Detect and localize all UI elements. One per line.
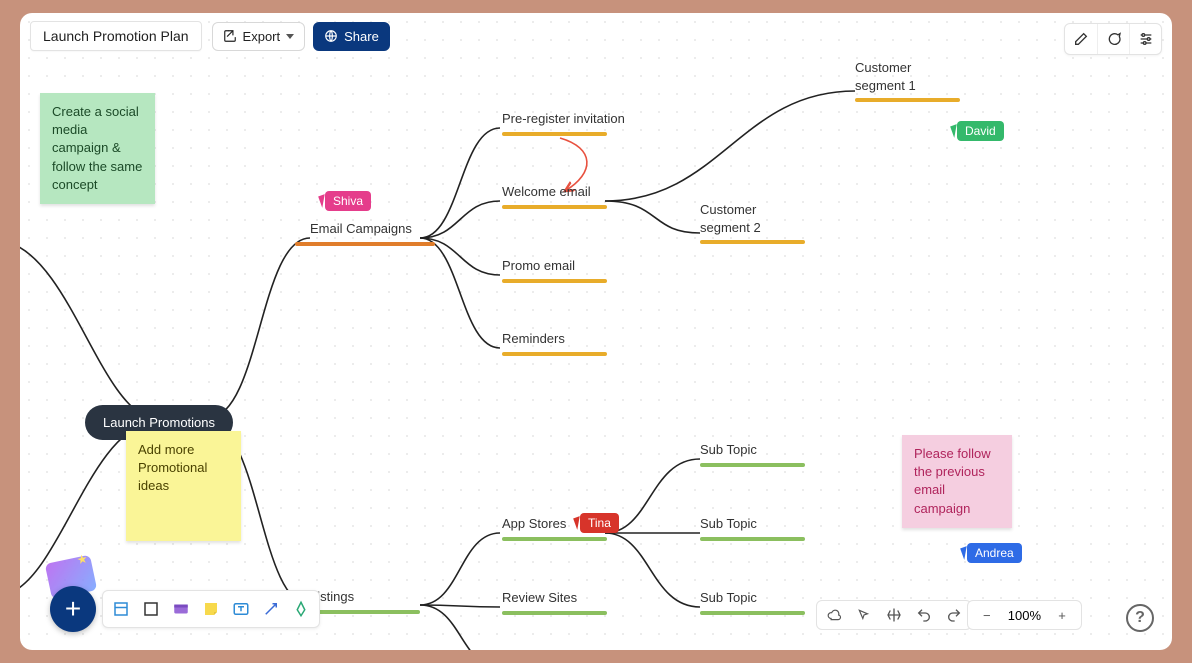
note-icon (202, 600, 220, 618)
collab-name: Tina (580, 513, 619, 533)
node-reminders[interactable]: Reminders (502, 330, 622, 356)
help-button[interactable]: ? (1126, 604, 1154, 632)
node-welcome-email[interactable]: Welcome email (502, 183, 622, 209)
cloud-sync-button[interactable] (821, 603, 847, 627)
node-listings[interactable]: Listings (310, 588, 420, 614)
node-label: Customer segment 1 (855, 59, 965, 98)
node-label: Sub Topic (700, 515, 810, 537)
shape-toolbar (102, 590, 320, 628)
node-preregister[interactable]: Pre-register invitation (502, 110, 642, 136)
zoom-out-button[interactable]: − (974, 603, 1000, 627)
minus-icon: − (983, 608, 991, 623)
tool-sticky[interactable] (197, 595, 225, 623)
tool-card[interactable] (167, 595, 195, 623)
node-review-sites[interactable]: Review Sites (502, 589, 622, 615)
help-icon: ? (1135, 609, 1145, 627)
collab-name: Andrea (967, 543, 1022, 563)
tool-connector[interactable] (257, 595, 285, 623)
connector-icon (262, 600, 280, 618)
select-icon (857, 608, 871, 622)
zoom-level: 100% (1004, 608, 1045, 623)
undo-icon (916, 607, 932, 623)
collab-cursor-tina: Tina (575, 513, 619, 533)
redo-icon (946, 607, 962, 623)
tool-pen[interactable] (287, 595, 315, 623)
rect-icon (142, 600, 160, 618)
node-subtopic-2[interactable]: Sub Topic (700, 515, 810, 541)
node-promo-email[interactable]: Promo email (502, 257, 622, 283)
redo-button[interactable] (941, 603, 967, 627)
sticky-note-yellow[interactable]: Add more Promotional ideas (126, 431, 241, 541)
node-label: Listings (310, 588, 420, 610)
text-icon (232, 600, 250, 618)
node-label: Sub Topic (700, 441, 810, 463)
node-label: Review Sites (502, 589, 622, 611)
node-label: Promo email (502, 257, 622, 279)
frame-icon (112, 600, 130, 618)
tool-frame[interactable] (107, 595, 135, 623)
node-label: Welcome email (502, 183, 622, 205)
node-customer-seg2[interactable]: Customer segment 2 (700, 201, 810, 244)
node-label: Pre-register invitation (502, 110, 642, 132)
node-email-campaigns[interactable]: Email Campaigns (310, 220, 420, 246)
pen-icon (292, 600, 310, 618)
node-label: Sub Topic (700, 589, 810, 611)
zoom-in-button[interactable]: + (1049, 603, 1075, 627)
card-icon (172, 600, 190, 618)
node-subtopic-1[interactable]: Sub Topic (700, 441, 810, 467)
cloud-icon (825, 608, 843, 622)
pan-tool-button[interactable] (881, 603, 907, 627)
node-label: Customer segment 2 (700, 201, 810, 240)
undo-button[interactable] (911, 603, 937, 627)
pan-icon (886, 607, 902, 623)
sticky-note-green[interactable]: Create a social media campaign & follow … (40, 93, 155, 204)
collab-name: David (957, 121, 1004, 141)
add-fab-button[interactable]: + (50, 586, 96, 632)
plus-icon: + (1058, 608, 1066, 623)
canvas-controls (816, 600, 972, 630)
app-canvas-frame: Launch Promotion Plan Export Share (20, 13, 1172, 650)
node-customer-seg1[interactable]: Customer segment 1 (855, 59, 965, 102)
node-label: Reminders (502, 330, 622, 352)
zoom-controls: − 100% + (967, 600, 1082, 630)
collab-cursor-shiva: Shiva (320, 191, 371, 211)
collab-cursor-david: David (952, 121, 1004, 141)
collab-cursor-andrea: Andrea (962, 543, 1022, 563)
collab-name: Shiva (325, 191, 371, 211)
node-label: Email Campaigns (310, 220, 420, 242)
node-subtopic-3[interactable]: Sub Topic (700, 589, 810, 615)
tool-text[interactable] (227, 595, 255, 623)
tool-rect[interactable] (137, 595, 165, 623)
sticky-note-pink[interactable]: Please follow the previous email campaig… (902, 435, 1012, 528)
select-tool-button[interactable] (851, 603, 877, 627)
